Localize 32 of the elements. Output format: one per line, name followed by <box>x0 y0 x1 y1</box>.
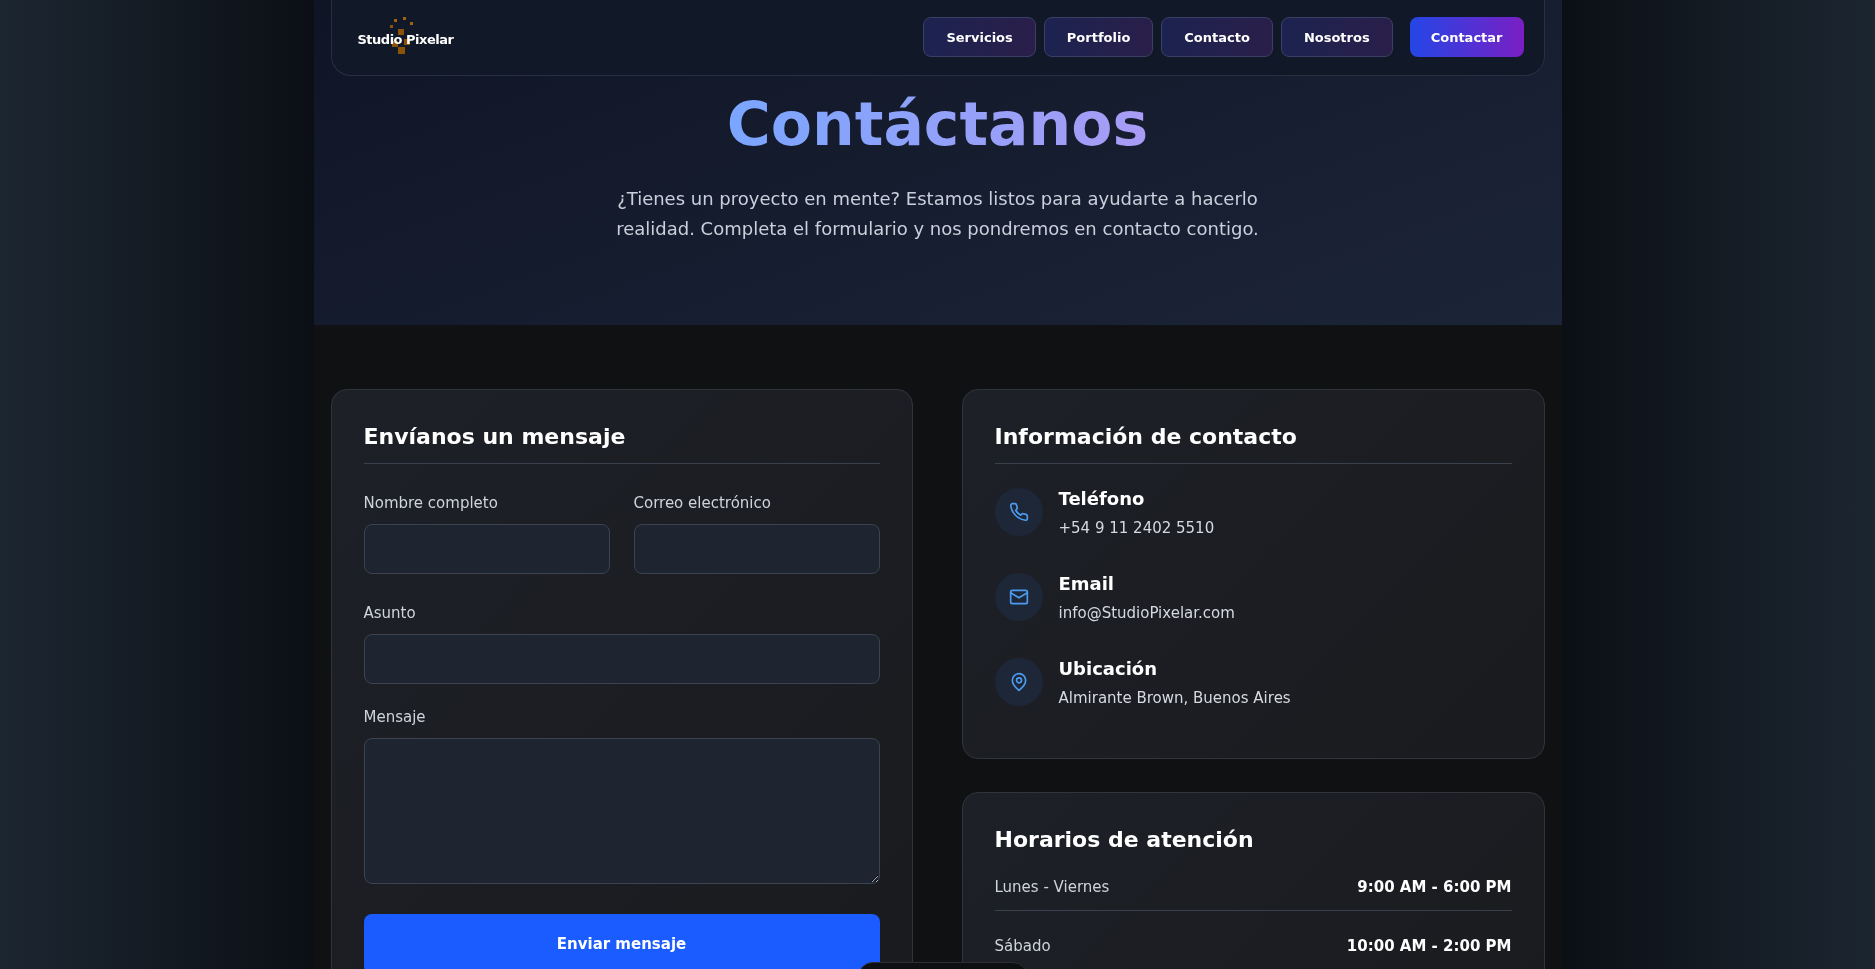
nav-link[interactable]: Portfolio <box>1043 17 1154 57</box>
day-label: Sábado <box>994 937 1051 955</box>
field-label: Nombre completo <box>363 494 499 512</box>
hours-value: 10:00 AM - 2:00 PM <box>1346 937 1512 955</box>
logo[interactable]: Studio Pixelar <box>357 17 454 61</box>
day-label: Lunes - Viernes <box>994 878 1110 896</box>
input-field[interactable] <box>363 524 610 574</box>
card-title: Horarios de atención <box>994 826 1255 852</box>
contact-label: Ubicación <box>1058 658 1158 679</box>
contact-value: Almirante Brown, Buenos Aires <box>1058 689 1291 707</box>
nav-link[interactable]: Nosotros <box>1280 17 1393 57</box>
input-field[interactable] <box>363 634 880 684</box>
nav-link[interactable]: Servicios <box>923 17 1036 57</box>
field-label: Mensaje <box>363 708 427 726</box>
contact-label: Teléfono <box>1058 488 1146 509</box>
field-label: Asunto <box>363 604 417 622</box>
input-field[interactable] <box>633 524 880 574</box>
message-field[interactable] <box>363 738 880 884</box>
contact-value: info@StudioPixelar.com <box>1058 604 1235 622</box>
page-subtitle: ¿Tienes un proyecto en mente? Estamos listos para ayudarte a hacerlo realidad. Completa el formulario y nos pondremos en contacto contigo. <box>615 187 1260 241</box>
card-title: Información de contacto <box>994 420 1512 464</box>
contact-value: +54 9 11 2402 5510 <box>1058 519 1215 537</box>
hours-value: 9:00 AM - 6:00 PM <box>1357 878 1512 896</box>
nav-link[interactable]: Contacto <box>1161 17 1273 57</box>
field-label: Correo electrónico <box>633 494 772 512</box>
form-title: Envíanos un mensaje <box>363 420 880 464</box>
map-pin-icon <box>994 658 1043 706</box>
contact-button[interactable]: Contactar <box>1409 17 1524 57</box>
phone-icon <box>994 488 1043 536</box>
envelope-icon <box>994 573 1043 621</box>
contact-label: Email <box>1058 573 1116 594</box>
submit-button[interactable]: Enviar mensaje <box>363 914 880 969</box>
